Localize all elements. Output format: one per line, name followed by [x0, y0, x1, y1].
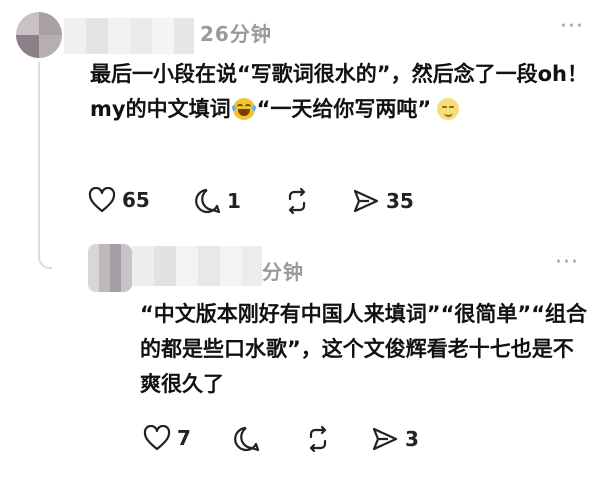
like-count: 7	[177, 426, 191, 450]
repost-button[interactable]	[283, 187, 317, 215]
repost-icon	[288, 187, 306, 215]
reply-bubble-icon	[234, 426, 260, 452]
like-button[interactable]: 7	[143, 425, 191, 451]
reply-button[interactable]: 1	[193, 187, 241, 215]
username-redacted[interactable]	[132, 246, 262, 286]
repost-icon	[309, 425, 327, 453]
share-button[interactable]: 3	[371, 425, 419, 453]
share-count: 35	[386, 189, 414, 213]
share-button[interactable]: 35	[352, 187, 414, 215]
like-button[interactable]: 65	[88, 187, 150, 213]
share-count: 3	[405, 427, 419, 451]
more-icon[interactable]: ···	[560, 14, 584, 39]
more-icon[interactable]: ···	[555, 250, 579, 275]
comment-time: 26分钟	[200, 22, 272, 46]
repost-button[interactable]	[304, 425, 338, 453]
heart-icon	[88, 187, 116, 213]
share-send-icon	[353, 189, 379, 213]
comment-text: 最后一小段在说“写歌词很水的”，然后念了一段oh！my的中文填词 “一天给你写两吨…	[90, 57, 595, 127]
laughing-with-tears-icon	[231, 98, 256, 120]
thread-connector-line	[38, 62, 52, 269]
smirking-face-icon	[437, 98, 460, 120]
username-redacted[interactable]	[64, 18, 194, 54]
reply-button[interactable]	[232, 425, 266, 453]
like-count: 65	[122, 188, 150, 212]
comment-time: 分钟	[262, 260, 304, 284]
avatar[interactable]	[88, 244, 132, 292]
share-send-icon	[372, 427, 398, 451]
avatar[interactable]	[16, 12, 62, 58]
comment-text-part: “一天给你写两吨”	[256, 97, 432, 121]
reply-bubble-icon	[195, 188, 221, 214]
heart-icon	[143, 425, 171, 451]
reply-count: 1	[227, 189, 241, 213]
comment-text: “中文版本刚好有中国人来填词”“很简单”“组合的都是些口水歌”，这个文俊辉看老十…	[140, 302, 588, 396]
